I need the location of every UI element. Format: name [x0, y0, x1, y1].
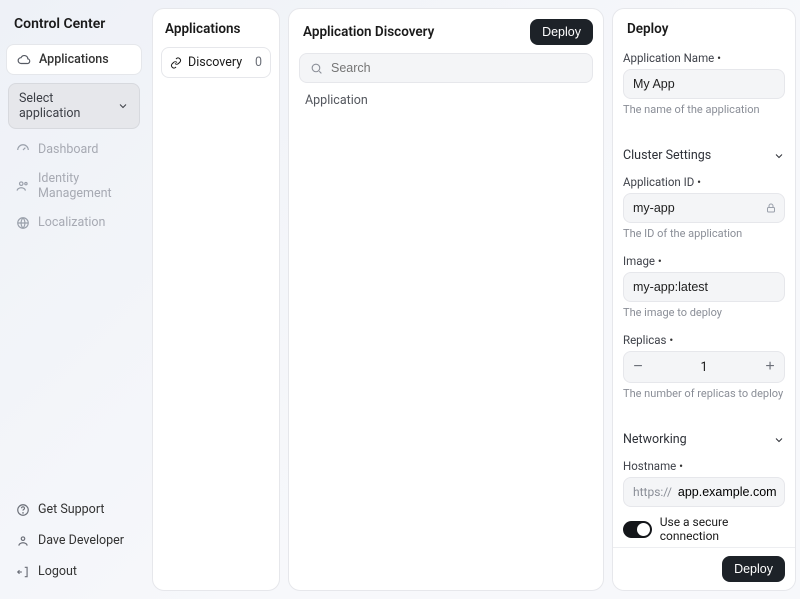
image-input[interactable]: [623, 272, 785, 302]
app-name-help: The name of the application: [623, 103, 785, 116]
sidebar-item-identity: Identity Management: [6, 164, 142, 208]
search-input-wrap[interactable]: [299, 53, 593, 83]
sidebar-footer-label: Dave Developer: [38, 533, 124, 548]
table-header-application: Application: [299, 83, 593, 112]
help-icon: [16, 503, 30, 517]
chevron-down-icon: [773, 150, 785, 162]
application-item-label: Discovery: [188, 55, 242, 70]
image-help: The image to deploy: [623, 306, 785, 319]
sidebar-logout[interactable]: Logout: [6, 556, 142, 587]
deploy-panel: Deploy Application Name • The name of th…: [612, 8, 796, 591]
replicas-label: Replicas •: [623, 333, 785, 347]
section-label: Networking: [623, 432, 687, 447]
application-item-count: 0: [255, 55, 262, 70]
sidebar-item-label: Localization: [38, 215, 105, 230]
sidebar-item-label: Identity Management: [38, 171, 132, 201]
applications-panel: Applications Discovery 0: [152, 8, 280, 591]
link-icon: [170, 57, 182, 69]
hostname-input-wrap: https://: [623, 477, 785, 507]
select-application-label: Select application: [19, 91, 117, 121]
globe-icon: [16, 216, 30, 230]
user-icon: [16, 534, 30, 548]
select-application-dropdown[interactable]: Select application: [8, 83, 140, 129]
section-networking[interactable]: Networking: [623, 424, 785, 455]
hostname-label: Hostname •: [623, 459, 785, 473]
discovery-panel: Application Discovery Deploy Application: [288, 8, 604, 591]
logout-icon: [16, 565, 30, 579]
secure-connection-toggle[interactable]: [623, 521, 652, 538]
gauge-icon: [16, 143, 30, 157]
search-icon: [310, 62, 323, 75]
chevron-down-icon: [773, 434, 785, 446]
lock-icon: [765, 202, 777, 214]
chevron-down-icon: [117, 100, 129, 112]
app-name-input[interactable]: [623, 69, 785, 99]
deploy-title: Deploy: [623, 19, 785, 47]
search-input[interactable]: [331, 61, 582, 75]
cloud-icon: [17, 53, 31, 67]
deploy-button[interactable]: Deploy: [530, 19, 593, 45]
sidebar-item-localization: Localization: [6, 208, 142, 237]
sidebar-item-dashboard: Dashboard: [6, 135, 142, 164]
app-id-label: Application ID •: [623, 175, 785, 189]
sidebar: Control Center Applications Select appli…: [0, 0, 148, 599]
image-label: Image •: [623, 254, 785, 268]
hostname-input[interactable]: [678, 478, 796, 506]
secure-connection-label: Use a secure connection: [660, 515, 785, 543]
brand-title: Control Center: [6, 12, 142, 44]
sidebar-item-label: Dashboard: [38, 142, 98, 157]
replicas-decrement[interactable]: −: [624, 352, 652, 382]
applications-title: Applications: [161, 19, 271, 47]
application-item-discovery[interactable]: Discovery 0: [161, 47, 271, 78]
sidebar-item-applications[interactable]: Applications: [6, 44, 142, 75]
deploy-submit-button[interactable]: Deploy: [722, 556, 785, 582]
replicas-value: 1: [652, 360, 756, 375]
hostname-prefix: https://: [624, 478, 678, 506]
sidebar-user[interactable]: Dave Developer: [6, 525, 142, 556]
app-name-label: Application Name •: [623, 51, 785, 65]
section-label: Cluster Settings: [623, 148, 711, 163]
sidebar-support[interactable]: Get Support: [6, 494, 142, 525]
replicas-increment[interactable]: +: [756, 352, 784, 382]
sidebar-footer-label: Get Support: [38, 502, 104, 517]
replicas-stepper: − 1 +: [623, 351, 785, 383]
section-cluster-settings[interactable]: Cluster Settings: [623, 140, 785, 171]
sidebar-footer-label: Logout: [38, 564, 77, 579]
discovery-title: Application Discovery: [303, 24, 434, 40]
users-icon: [16, 179, 30, 193]
sidebar-item-label: Applications: [39, 52, 109, 67]
app-id-input[interactable]: [623, 193, 785, 223]
replicas-help: The number of replicas to deploy: [623, 387, 785, 400]
app-id-help: The ID of the application: [623, 227, 785, 240]
